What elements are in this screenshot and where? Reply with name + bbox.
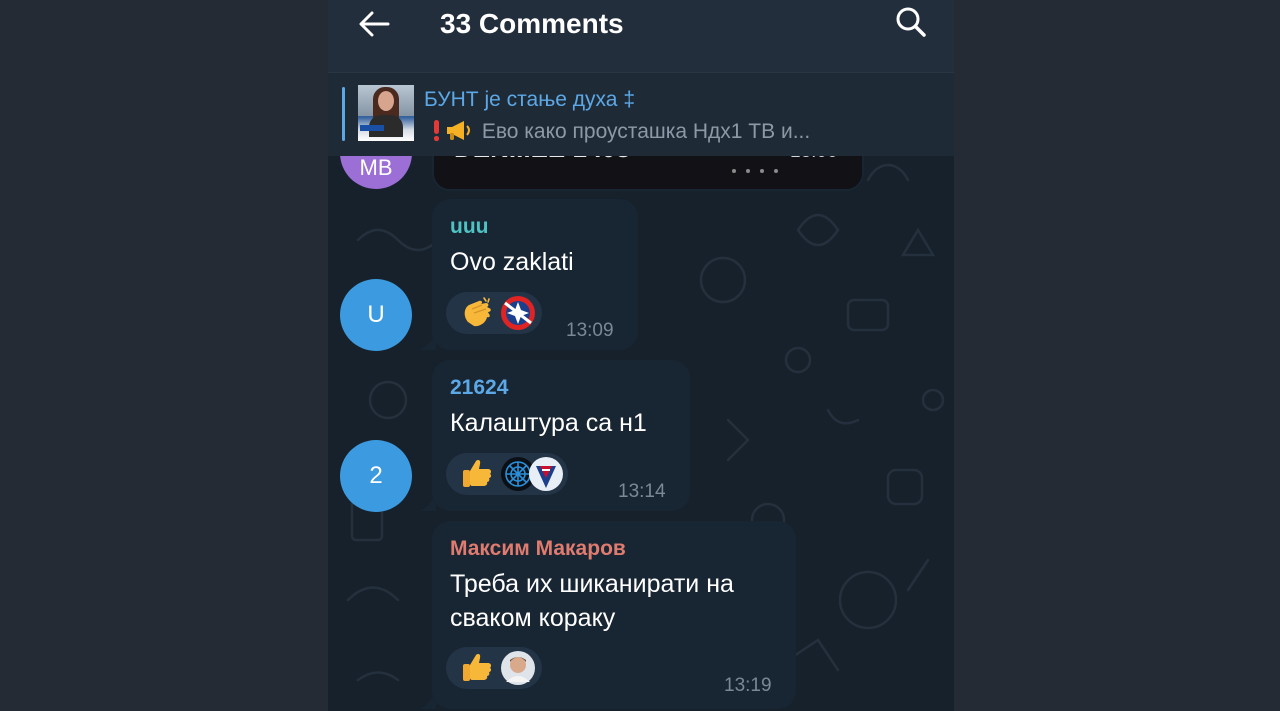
sender-name[interactable]: uuu: [450, 214, 488, 240]
avatar[interactable]: U: [340, 279, 412, 351]
message-list: МВ DENIIIEE 1 .08 13:06 U uuu Ovo zaklat…: [328, 117, 954, 711]
comments-count-title: 33 Comments: [440, 8, 624, 39]
exclamation-icon: [433, 120, 440, 142]
message-text: Ovo zaklati: [450, 248, 574, 276]
reactions[interactable]: [446, 292, 542, 334]
sender-name[interactable]: Максим Макаров: [450, 536, 626, 562]
pinned-post[interactable]: БУНТ је стање духа ‡ Ево како проусташка…: [328, 72, 954, 156]
message-bubble[interactable]: 21624 Калаштура са н1 13:14: [432, 360, 690, 511]
channel-name: БУНТ је стање духа ‡: [424, 88, 635, 111]
pinned-post-text: Ево како проусташка Ндх1 ТВ и...: [481, 120, 811, 143]
sticker-reaction-icon: [501, 296, 535, 330]
reactions[interactable]: [446, 453, 568, 495]
pinned-accent-bar: [342, 87, 345, 141]
sender-name[interactable]: 21624: [450, 375, 508, 401]
pinned-post-preview: Ево како проусташка Ндх1 ТВ и...: [424, 118, 944, 145]
search-button[interactable]: [892, 4, 932, 40]
thumbs-up-icon: [463, 654, 492, 681]
message-time: 13:14: [618, 481, 666, 502]
pinned-post-thumbnail: [358, 85, 414, 141]
message-bubble[interactable]: uuu Ovo zaklati 13:09: [432, 199, 638, 350]
message-text: Треба их шиканирати на сваком кораку: [450, 570, 734, 632]
message-time: 13:09: [566, 320, 614, 341]
user-reaction-avatar: [501, 651, 535, 685]
sticker-reaction-icon: [529, 457, 563, 491]
avatar[interactable]: 2: [340, 440, 412, 512]
exclamation-megaphone-emoji: [424, 118, 476, 142]
thumbs-up-icon: [463, 460, 492, 487]
message-time: 13:19: [724, 675, 772, 696]
back-button[interactable]: [356, 6, 396, 42]
top-app-bar: 33 Comments: [328, 0, 954, 72]
chat-screen: 33 Comments БУНТ је стање духа ‡ Ево как…: [328, 0, 954, 711]
search-icon: [896, 7, 926, 37]
message-bubble[interactable]: Максим Макаров Треба их шиканирати на св…: [432, 521, 796, 709]
megaphone-icon: [447, 121, 470, 140]
message-text: Калаштура са н1: [450, 409, 647, 437]
back-arrow-icon: [359, 11, 390, 37]
reactions[interactable]: [446, 647, 542, 689]
clapping-hands-icon: [464, 297, 491, 327]
